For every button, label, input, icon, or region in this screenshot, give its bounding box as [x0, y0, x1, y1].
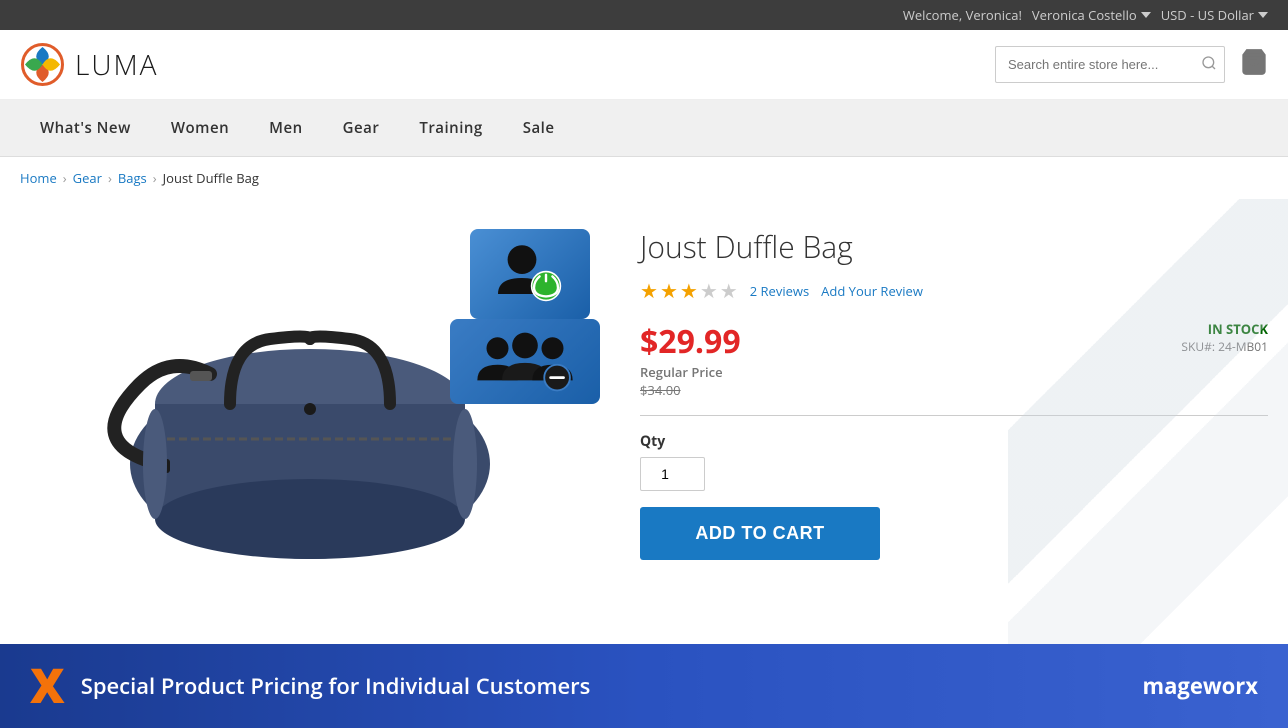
search-icon — [1201, 55, 1217, 71]
nav-item-women[interactable]: Women — [151, 100, 249, 156]
breadcrumb-gear[interactable]: Gear — [73, 169, 102, 187]
breadcrumb-current: Joust Duffle Bag — [163, 169, 259, 187]
chevron-down-icon — [1258, 10, 1268, 20]
breadcrumb-sep-2: › — [108, 169, 112, 187]
qty-input[interactable] — [640, 457, 705, 491]
rating-row: ★ ★ ★ ★ ★ 2 Reviews Add Your Review — [640, 277, 1268, 304]
regular-price-label: Regular Price — [640, 363, 741, 381]
nav-item-gear[interactable]: Gear — [323, 100, 400, 156]
reviews-link[interactable]: 2 Reviews — [750, 282, 809, 300]
chevron-down-icon — [1141, 10, 1151, 20]
banner-text: Special Product Pricing for Individual C… — [81, 671, 591, 701]
search-button[interactable] — [1191, 47, 1225, 82]
breadcrumb-home[interactable]: Home — [20, 169, 57, 187]
star-1: ★ — [640, 277, 658, 304]
product-image-area — [20, 219, 600, 649]
overlay-popup-1 — [470, 229, 590, 319]
main-nav: What's New Women Men Gear Training Sale — [0, 100, 1288, 157]
cart-button[interactable] — [1240, 48, 1268, 81]
search-input[interactable] — [996, 49, 1191, 80]
stock-info: IN STOCK SKU#: 24-MB01 — [1181, 320, 1268, 355]
sku-label: SKU#: — [1181, 338, 1215, 355]
top-bar: Welcome, Veronica! Veronica Costello USD… — [0, 0, 1288, 30]
nav-item-sale[interactable]: Sale — [503, 100, 575, 156]
product-details: Joust Duffle Bag ★ ★ ★ ★ ★ 2 Reviews Add… — [640, 219, 1268, 649]
product-image — [90, 264, 530, 604]
breadcrumb-sep-3: › — [153, 169, 157, 187]
stock-status: IN STOCK — [1181, 320, 1268, 338]
user-power-icon — [490, 239, 570, 309]
banner-x-icon: X — [30, 662, 65, 710]
banner-brand: mageworx — [1143, 671, 1258, 701]
welcome-message: Welcome, Veronica! — [903, 6, 1022, 24]
qty-label: Qty — [640, 432, 1268, 451]
currency-dropdown[interactable]: USD - US Dollar — [1161, 6, 1268, 24]
currency-label: USD - US Dollar — [1161, 6, 1254, 24]
price-section: $29.99 Regular Price $34.00 IN STOCK SKU… — [640, 320, 1268, 399]
bottom-banner: X Special Product Pricing for Individual… — [0, 644, 1288, 728]
logo-icon — [20, 42, 65, 87]
overlay-popup-2 — [450, 319, 600, 404]
banner-left: X Special Product Pricing for Individual… — [30, 662, 590, 710]
sku-info: SKU#: 24-MB01 — [1181, 338, 1268, 355]
cart-icon — [1240, 48, 1268, 76]
logo[interactable]: LUMA — [20, 42, 158, 87]
add-to-cart-button[interactable]: Add to Cart — [640, 507, 880, 560]
breadcrumb-sep-1: › — [63, 169, 67, 187]
star-5: ★ — [720, 277, 738, 304]
search-box — [995, 46, 1225, 83]
breadcrumb-bags[interactable]: Bags — [118, 169, 147, 187]
sku-value: 24-MB01 — [1218, 338, 1268, 355]
user-dropdown[interactable]: Veronica Costello — [1032, 6, 1151, 24]
star-rating: ★ ★ ★ ★ ★ — [640, 277, 738, 304]
breadcrumb: Home › Gear › Bags › Joust Duffle Bag — [0, 157, 1288, 199]
group-minus-icon — [470, 327, 580, 397]
regular-price-value: $34.00 — [640, 381, 681, 399]
nav-item-training[interactable]: Training — [399, 100, 502, 156]
logo-text: LUMA — [75, 46, 158, 84]
user-name: Veronica Costello — [1032, 6, 1137, 24]
regular-price-block: Regular Price $34.00 — [640, 363, 741, 399]
nav-item-whats-new[interactable]: What's New — [20, 100, 151, 156]
price-divider — [640, 415, 1268, 416]
star-4: ★ — [700, 277, 718, 304]
star-2: ★ — [660, 277, 678, 304]
product-title: Joust Duffle Bag — [640, 229, 1268, 265]
qty-section: Qty — [640, 432, 1268, 491]
header-right — [995, 46, 1268, 83]
main-content: Joust Duffle Bag ★ ★ ★ ★ ★ 2 Reviews Add… — [0, 199, 1288, 669]
sale-price: $29.99 — [640, 320, 741, 363]
nav-item-men[interactable]: Men — [249, 100, 323, 156]
add-review-link[interactable]: Add Your Review — [821, 282, 923, 300]
star-3: ★ — [680, 277, 698, 304]
header: LUMA — [0, 30, 1288, 100]
